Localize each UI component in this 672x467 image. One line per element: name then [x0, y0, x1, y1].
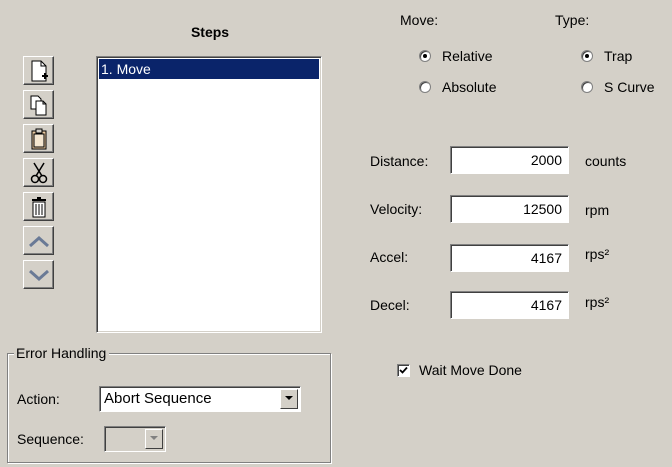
velocity-unit: rpm	[585, 202, 610, 218]
accel-unit: rps²	[585, 246, 610, 262]
distance-unit: counts	[585, 153, 627, 169]
type-label: Type:	[555, 12, 590, 28]
action-dropdown-button[interactable]	[280, 389, 298, 409]
type-scurve-radio[interactable]	[581, 81, 593, 93]
list-item[interactable]: 1. Move	[99, 59, 319, 79]
steps-list[interactable]: 1. Move	[96, 56, 322, 333]
sequence-label: Sequence:	[17, 431, 84, 447]
decel-unit: rps²	[585, 294, 610, 310]
trash-icon	[32, 197, 46, 218]
new-step-button[interactable]	[23, 56, 54, 85]
copy-step-button[interactable]	[23, 90, 54, 119]
decel-label: Decel:	[370, 297, 410, 313]
checkmark-icon	[399, 366, 408, 374]
move-down-button[interactable]	[23, 260, 54, 289]
chevron-up-icon	[29, 235, 49, 248]
delete-step-button[interactable]	[23, 192, 54, 221]
clipboard-icon	[31, 128, 47, 150]
move-absolute-label[interactable]: Absolute	[442, 79, 496, 95]
move-up-button[interactable]	[23, 226, 54, 255]
decel-field[interactable]: 4167	[450, 291, 569, 319]
action-label: Action:	[17, 391, 60, 407]
type-trap-radio[interactable]	[581, 50, 593, 62]
move-relative-radio[interactable]	[419, 50, 431, 62]
chevron-down-icon	[150, 436, 158, 440]
move-absolute-radio[interactable]	[419, 81, 431, 93]
wait-move-done-label[interactable]: Wait Move Done	[419, 362, 522, 378]
steps-title: Steps	[190, 24, 230, 40]
velocity-label: Velocity:	[370, 201, 423, 217]
move-label: Move:	[400, 12, 439, 28]
type-trap-label[interactable]: Trap	[604, 48, 632, 64]
scissors-icon	[30, 162, 48, 184]
velocity-field[interactable]: 12500	[450, 195, 569, 223]
sequence-dropdown-button[interactable]	[145, 429, 163, 449]
distance-label: Distance:	[370, 153, 429, 169]
error-handling-title: Error Handling	[14, 345, 110, 361]
chevron-down-icon	[29, 269, 49, 282]
action-select[interactable]: Abort Sequence	[99, 386, 301, 412]
action-select-value: Abort Sequence	[104, 390, 212, 407]
accel-field[interactable]: 4167	[450, 244, 569, 272]
copy-icon	[30, 95, 47, 116]
paste-step-button[interactable]	[23, 124, 54, 153]
move-relative-label[interactable]: Relative	[442, 48, 493, 64]
distance-field[interactable]: 2000	[450, 146, 569, 174]
cut-step-button[interactable]	[23, 158, 54, 187]
wait-move-done-checkbox[interactable]	[397, 364, 410, 377]
chevron-down-icon	[285, 396, 293, 400]
sequence-select[interactable]	[104, 426, 166, 452]
new-document-icon	[31, 60, 48, 82]
accel-label: Accel:	[370, 249, 409, 265]
type-scurve-label[interactable]: S Curve	[604, 79, 655, 95]
